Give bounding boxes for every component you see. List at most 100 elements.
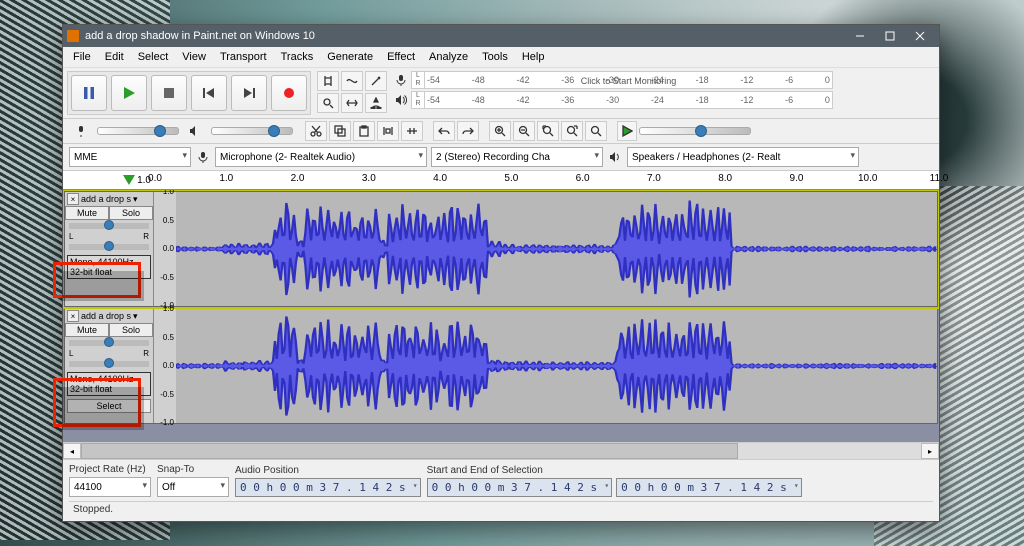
- track-close-button[interactable]: ×: [67, 310, 79, 322]
- zoom-in-icon[interactable]: [489, 121, 511, 141]
- menu-generate[interactable]: Generate: [321, 49, 379, 65]
- pan-slider[interactable]: [69, 361, 149, 367]
- track-format-info: Mono, 44100Hz 32-bit float: [67, 372, 151, 396]
- track-control-panel: × add a drop s▾ Mute Solo LR Mono, 44100…: [65, 309, 154, 423]
- waveform[interactable]: [176, 309, 937, 423]
- record-button[interactable]: [271, 75, 307, 111]
- play-at-speed-button[interactable]: [617, 121, 637, 141]
- snap-to-combo[interactable]: Off: [157, 477, 229, 497]
- playback-meter[interactable]: LR -54-48-42-36-30-24-18-12-60: [411, 91, 833, 109]
- menu-analyze[interactable]: Analyze: [423, 49, 474, 65]
- snap-to-label: Snap-To: [157, 464, 229, 475]
- project-rate-label: Project Rate (Hz): [69, 464, 151, 475]
- menu-view[interactable]: View: [176, 49, 212, 65]
- zoom-out-icon[interactable]: [513, 121, 535, 141]
- solo-button[interactable]: Solo: [109, 323, 153, 337]
- minimize-button[interactable]: [845, 25, 875, 47]
- speaker-meter-icon[interactable]: [393, 92, 409, 108]
- recording-volume-slider[interactable]: [97, 127, 179, 135]
- mic-meter-icon[interactable]: [393, 72, 409, 88]
- audio-position-field[interactable]: 0 0 h 0 0 m 3 7 . 1 4 2 s: [235, 478, 421, 497]
- playback-device-combo[interactable]: Speakers / Headphones (2- Realt: [627, 147, 859, 167]
- mute-button[interactable]: Mute: [65, 323, 109, 337]
- gain-slider[interactable]: [69, 223, 149, 229]
- menu-select[interactable]: Select: [132, 49, 175, 65]
- menu-help[interactable]: Help: [516, 49, 551, 65]
- trim-icon[interactable]: [377, 121, 399, 141]
- redo-icon[interactable]: [457, 121, 479, 141]
- undo-icon[interactable]: [433, 121, 455, 141]
- pan-slider[interactable]: [69, 244, 149, 250]
- titlebar[interactable]: add a drop shadow in Paint.net on Window…: [63, 25, 939, 47]
- maximize-button[interactable]: [875, 25, 905, 47]
- solo-button[interactable]: Solo: [109, 206, 153, 220]
- audio-track[interactable]: × add a drop s▾ Mute Solo LR Mono, 44100…: [64, 191, 938, 307]
- menu-edit[interactable]: Edit: [99, 49, 130, 65]
- scroll-thumb[interactable]: [81, 443, 738, 459]
- app-icon: [67, 30, 79, 42]
- zoom-tool-icon[interactable]: [317, 93, 339, 113]
- window-title: add a drop shadow in Paint.net on Window…: [85, 30, 315, 42]
- envelope-tool-icon[interactable]: [341, 71, 363, 91]
- app-window: add a drop shadow in Paint.net on Window…: [62, 24, 940, 522]
- cut-icon[interactable]: [305, 121, 327, 141]
- timeline-ruler[interactable]: 1.0 0.01.02.03.04.05.06.07.08.09.010.011…: [63, 171, 939, 190]
- selection-start-field[interactable]: 0 0 h 0 0 m 3 7 . 1 4 2 s: [427, 478, 613, 497]
- play-speed-slider[interactable]: [639, 127, 751, 135]
- menu-tracks[interactable]: Tracks: [275, 49, 320, 65]
- close-button[interactable]: [905, 25, 935, 47]
- toolbar-mid: [63, 119, 939, 144]
- audio-track[interactable]: × add a drop s▾ Mute Solo LR Mono, 44100…: [64, 308, 938, 424]
- horizontal-scrollbar[interactable]: ◂ ▸: [63, 442, 939, 459]
- track-name[interactable]: add a drop s: [81, 194, 131, 204]
- scroll-left-button[interactable]: ◂: [63, 443, 81, 459]
- audio-host-combo[interactable]: MME: [69, 147, 191, 167]
- recording-meter[interactable]: LR Click to Start Monitoring -54-48-42-3…: [411, 71, 833, 89]
- gain-slider[interactable]: [69, 340, 149, 346]
- skip-end-button[interactable]: [231, 75, 267, 111]
- selection-toolbar: Project Rate (Hz) 44100 Snap-To Off Audi…: [63, 459, 939, 521]
- track-control-panel: × add a drop s▾ Mute Solo LR Mono, 44100…: [65, 192, 154, 306]
- toolbar-top: LR Click to Start Monitoring -54-48-42-3…: [63, 68, 939, 119]
- transport-toolbar: [67, 71, 311, 115]
- speaker-icon: [607, 149, 623, 165]
- fit-selection-icon[interactable]: [537, 121, 559, 141]
- project-rate-combo[interactable]: 44100: [69, 477, 151, 497]
- menubar: File Edit Select View Transport Tracks G…: [63, 47, 939, 68]
- recording-channels-combo[interactable]: 2 (Stereo) Recording Cha: [431, 147, 603, 167]
- menu-tools[interactable]: Tools: [476, 49, 514, 65]
- selection-label: Start and End of Selection: [427, 465, 802, 476]
- speaker-volume-icon: [187, 123, 203, 139]
- scroll-right-button[interactable]: ▸: [921, 443, 939, 459]
- play-button[interactable]: [111, 75, 147, 111]
- device-toolbar: MME Microphone (2- Realtek Audio) 2 (Ste…: [63, 144, 939, 171]
- timeshift-tool-icon[interactable]: [341, 93, 363, 113]
- menu-file[interactable]: File: [67, 49, 97, 65]
- track-name[interactable]: add a drop s: [81, 311, 131, 321]
- playhead-icon[interactable]: [123, 175, 135, 185]
- skip-start-button[interactable]: [191, 75, 227, 111]
- copy-icon[interactable]: [329, 121, 351, 141]
- track-format-info: Mono, 44100Hz 32-bit float: [67, 255, 151, 279]
- stop-button[interactable]: [151, 75, 187, 111]
- silence-icon[interactable]: [401, 121, 423, 141]
- pause-button[interactable]: [71, 75, 107, 111]
- status-bar: Stopped.: [69, 501, 933, 517]
- playback-volume-slider[interactable]: [211, 127, 293, 135]
- multi-tool-icon[interactable]: [365, 93, 387, 113]
- paste-icon[interactable]: [353, 121, 375, 141]
- recording-device-combo[interactable]: Microphone (2- Realtek Audio): [215, 147, 427, 167]
- track-select-button[interactable]: Select: [67, 399, 151, 413]
- track-close-button[interactable]: ×: [67, 193, 79, 205]
- waveform[interactable]: [176, 192, 937, 306]
- menu-effect[interactable]: Effect: [381, 49, 421, 65]
- fit-project-icon[interactable]: [561, 121, 583, 141]
- selection-tool-icon[interactable]: [317, 71, 339, 91]
- draw-tool-icon[interactable]: [365, 71, 387, 91]
- mute-button[interactable]: Mute: [65, 206, 109, 220]
- audio-position-label: Audio Position: [235, 465, 421, 476]
- meter-click-text: Click to Start Monitoring: [425, 76, 832, 86]
- menu-transport[interactable]: Transport: [214, 49, 273, 65]
- zoom-toggle-icon[interactable]: [585, 121, 607, 141]
- selection-end-field[interactable]: 0 0 h 0 0 m 3 7 . 1 4 2 s: [616, 478, 802, 497]
